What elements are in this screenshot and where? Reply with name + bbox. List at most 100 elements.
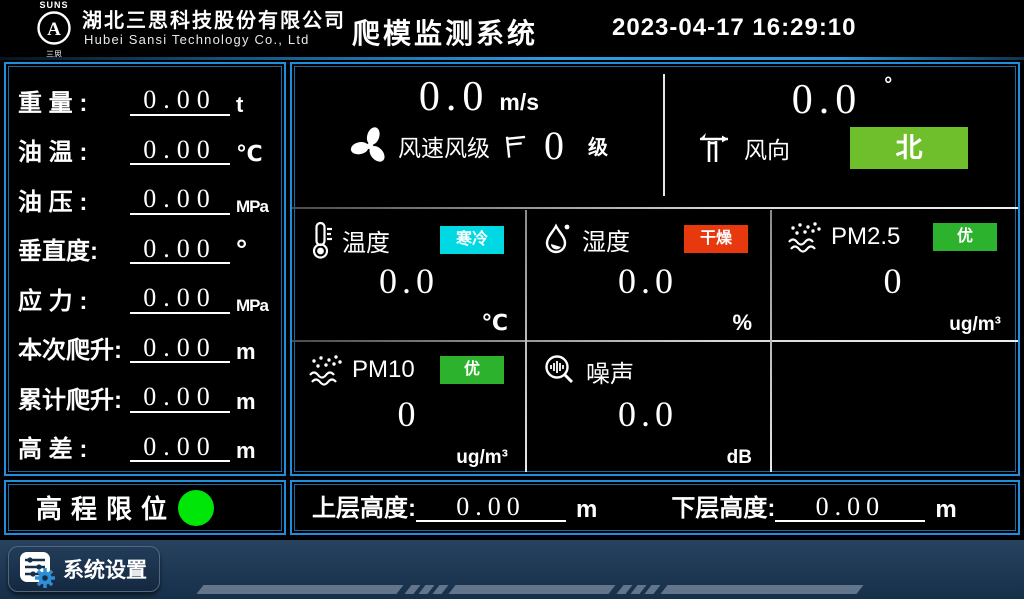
wind-direction-value: 0.0	[792, 77, 863, 123]
measurements-sidebar: 重 量 : 0.00 t 油 温 : 0.00 ℃ 油 压 : 0.00 MPa…	[4, 62, 286, 476]
current-climb-label: 本次爬升:	[18, 339, 130, 363]
footer-slash	[432, 585, 448, 594]
wind-direction-section: 0.0 ° 风向 北	[666, 68, 1018, 206]
header-divider	[0, 57, 1024, 60]
company-logo: SUNS A 三思	[28, 1, 80, 56]
pm25-label: PM2.5	[831, 223, 900, 251]
footer-stripe	[196, 585, 403, 594]
wind-direction-button[interactable]: 北	[850, 127, 968, 169]
verticality-value: 0.00	[130, 235, 230, 264]
pm10-unit: ug/m³	[456, 447, 508, 469]
verticality-label: 垂直度:	[18, 240, 130, 264]
thermometer-icon	[308, 220, 334, 260]
verticality-unit: °	[234, 236, 274, 264]
temperature-cell: 温度 寒冷 0.0 ℃	[296, 210, 522, 340]
temperature-label: 温度	[342, 223, 390, 258]
fan-icon	[350, 126, 390, 166]
company-name-cn: 湖北三思科技股份有限公司	[82, 4, 346, 33]
system-settings-label: 系统设置	[63, 554, 147, 584]
current-climb-unit: m	[234, 341, 274, 363]
weight-value: 0.00	[130, 86, 230, 115]
lower-height-label: 下层高度:	[671, 496, 775, 522]
wind-level-value: 0	[544, 122, 566, 169]
height-diff-unit: m	[234, 440, 274, 462]
upper-height-group: 上层高度: 0.00 m	[312, 493, 597, 522]
page-title: 爬模监测系统	[352, 12, 538, 52]
total-climb-unit: m	[234, 391, 274, 413]
noise-value: 0.0	[530, 393, 766, 435]
company-name-en: Hubei Sansi Technology Co., Ltd	[84, 32, 310, 47]
elevation-limit-panel: 高程限位	[4, 480, 286, 535]
grid-divider-v1	[525, 210, 527, 472]
humidity-unit: %	[732, 310, 752, 336]
height-diff-row: 高 差 : 0.00 m	[18, 420, 274, 470]
stress-label: 应 力 :	[18, 290, 130, 314]
footer-stripe	[448, 585, 615, 594]
total-climb-value: 0.00	[130, 383, 230, 412]
current-climb-row: 本次爬升: 0.00 m	[18, 321, 274, 371]
noise-icon	[542, 353, 578, 389]
wind-level-flag-icon	[500, 131, 530, 161]
pm25-value: 0	[775, 260, 1015, 302]
grid-divider-h2	[292, 340, 1018, 342]
pm10-value: 0	[296, 393, 522, 435]
humidity-cell: 湿度 干燥 0.0 %	[530, 210, 766, 340]
stress-unit: MPa	[234, 297, 274, 314]
footer-stripe	[660, 585, 863, 594]
wind-direction-label: 风向	[744, 131, 790, 165]
upper-height-unit: m	[576, 498, 597, 522]
oil-pressure-value: 0.00	[130, 185, 230, 214]
height-diff-value: 0.00	[130, 433, 230, 462]
total-climb-row: 累计爬升: 0.00 m	[18, 370, 274, 420]
logo-suns-text: SUNS	[28, 1, 80, 10]
dust-icon	[308, 353, 344, 387]
stress-value: 0.00	[130, 284, 230, 313]
droplet-icon	[542, 220, 574, 258]
wind-speed-section: 0.0 m/s 风速风级 0 级	[294, 68, 664, 206]
oil-temp-label: 油 温 :	[18, 141, 130, 165]
wind-speed-value: 0.0	[419, 74, 490, 120]
oil-pressure-label: 油 压 :	[18, 191, 130, 215]
humidity-badge: 干燥	[684, 225, 748, 253]
wind-level-unit: 级	[588, 131, 608, 160]
lower-height-group: 下层高度: 0.00 m	[671, 493, 956, 522]
wind-speed-unit: m/s	[499, 89, 539, 115]
environment-panel: 0.0 m/s 风速风级 0 级	[290, 62, 1020, 476]
oil-temp-row: 油 温 : 0.00 ℃	[18, 123, 274, 173]
humidity-label: 湿度	[582, 222, 630, 257]
upper-height-label: 上层高度:	[312, 496, 416, 522]
pm25-cell: PM2.5 优 0 ug/m³	[775, 210, 1015, 340]
wind-vane-icon	[692, 129, 736, 167]
wind-section-divider	[663, 74, 665, 196]
elevation-limit-indicator	[178, 490, 214, 526]
datetime-display: 2023-04-17 16:29:10	[612, 14, 857, 42]
lower-height-value: 0.00	[775, 493, 925, 522]
weight-row: 重 量 : 0.00 t	[18, 73, 274, 123]
empty-cell	[775, 343, 1015, 473]
footer-slash	[644, 585, 660, 594]
stress-row: 应 力 : 0.00 MPa	[18, 271, 274, 321]
verticality-row: 垂直度: 0.00 °	[18, 222, 274, 272]
elevation-limit-label: 高程限位	[36, 489, 176, 526]
svg-text:A: A	[47, 19, 61, 40]
pm10-label: PM10	[352, 356, 415, 384]
grid-divider-h1	[292, 207, 1018, 209]
noise-unit: dB	[727, 447, 752, 469]
temperature-unit: ℃	[481, 310, 508, 336]
pm10-badge: 优	[440, 356, 504, 384]
dust-icon	[787, 220, 823, 254]
oil-pressure-row: 油 压 : 0.00 MPa	[18, 172, 274, 222]
footer-bar: 系统设置	[0, 540, 1024, 599]
footer-decoration	[0, 585, 1024, 594]
noise-cell: 噪声 0.0 dB	[530, 343, 766, 473]
wind-direction-unit: °	[884, 74, 892, 96]
wind-speed-label: 风速风级	[398, 129, 490, 163]
pm10-cell: PM10 优 0 ug/m³	[296, 343, 522, 473]
upper-height-value: 0.00	[416, 493, 566, 522]
lower-height-unit: m	[935, 498, 956, 522]
noise-label: 噪声	[586, 354, 634, 389]
height-diff-label: 高 差 :	[18, 438, 130, 462]
oil-temp-value: 0.00	[130, 136, 230, 165]
pm25-unit: ug/m³	[949, 314, 1001, 336]
settings-sliders-gear-icon	[17, 549, 57, 589]
